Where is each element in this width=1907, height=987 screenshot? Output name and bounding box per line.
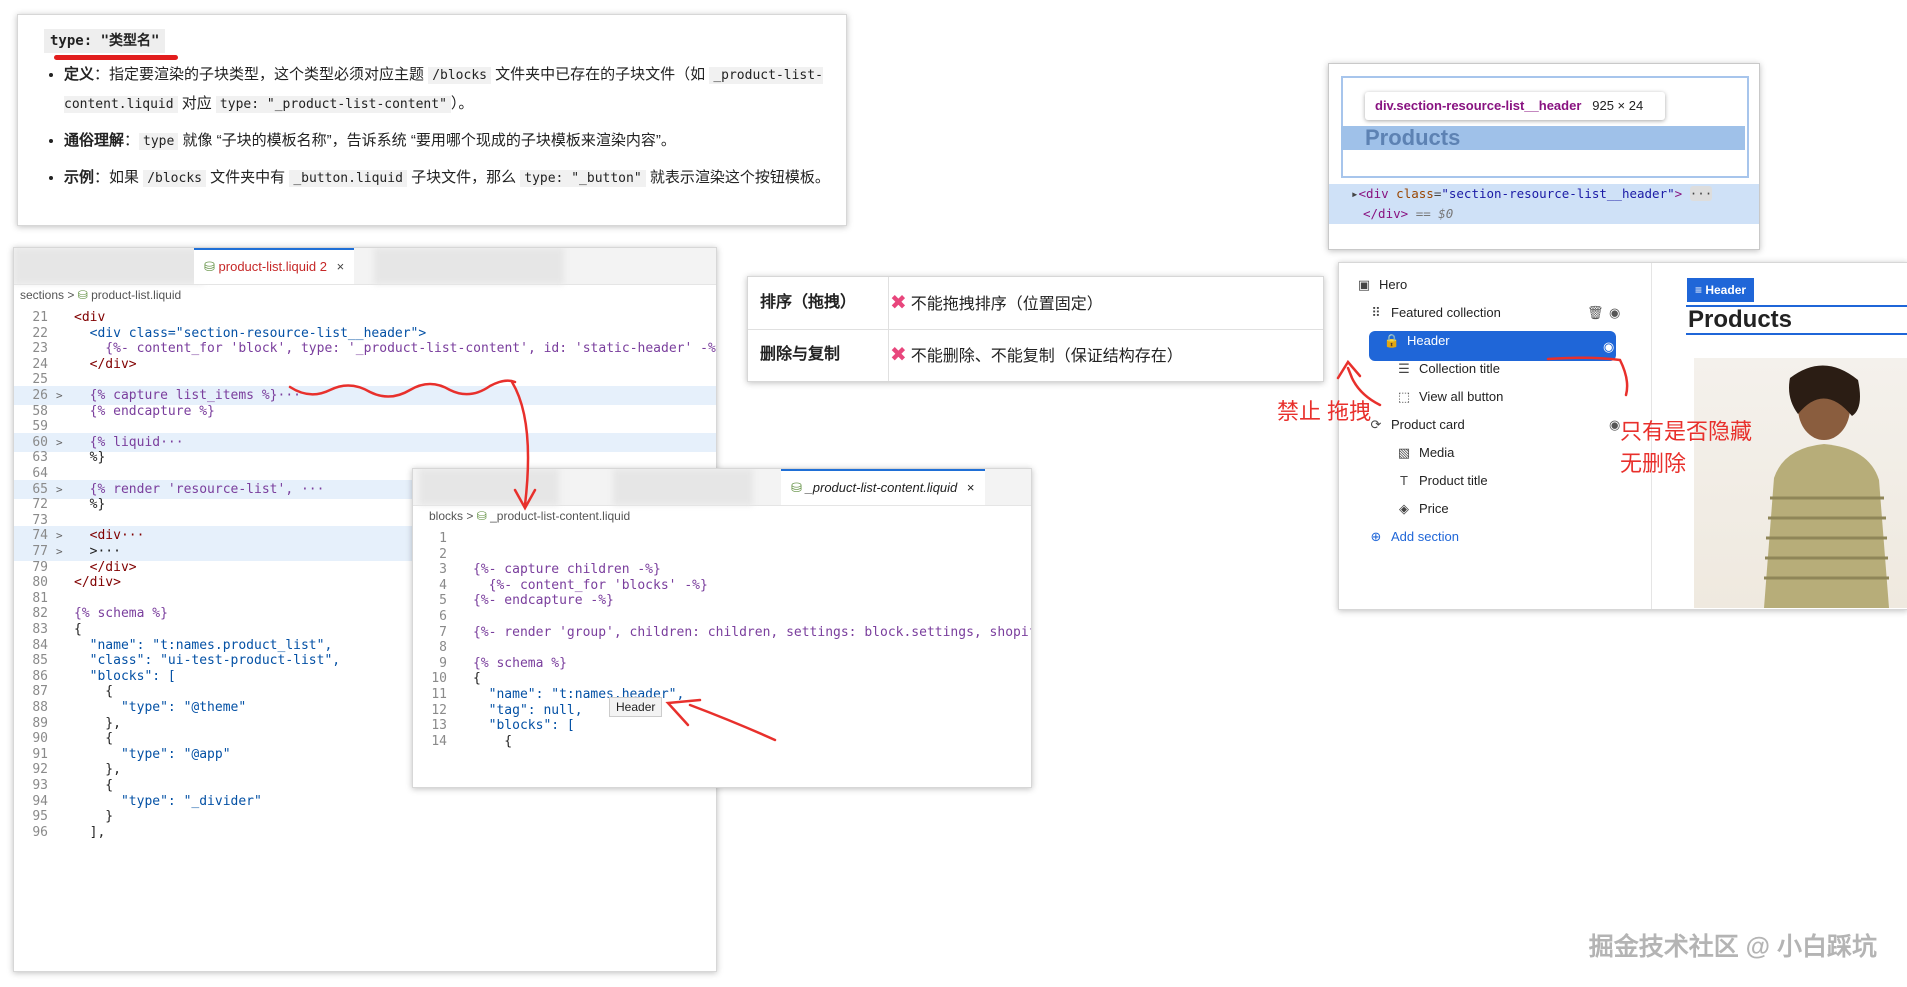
squiggle-mark [288,379,517,398]
annotation-no-delete: 无删除 [1620,451,1687,476]
annotation-layer [288,356,1629,742]
arrow-line [688,703,777,742]
arrow-line [1546,356,1629,397]
arrow-line [510,380,530,507]
annotation-hide-only: 只有是否隐藏 [1620,419,1753,444]
annotation-no-drag: 禁止 拖拽 [1277,399,1372,424]
arrow-head [665,698,702,727]
watermark: 掘金技术社区 @ 小白踩坑 [1588,933,1877,961]
